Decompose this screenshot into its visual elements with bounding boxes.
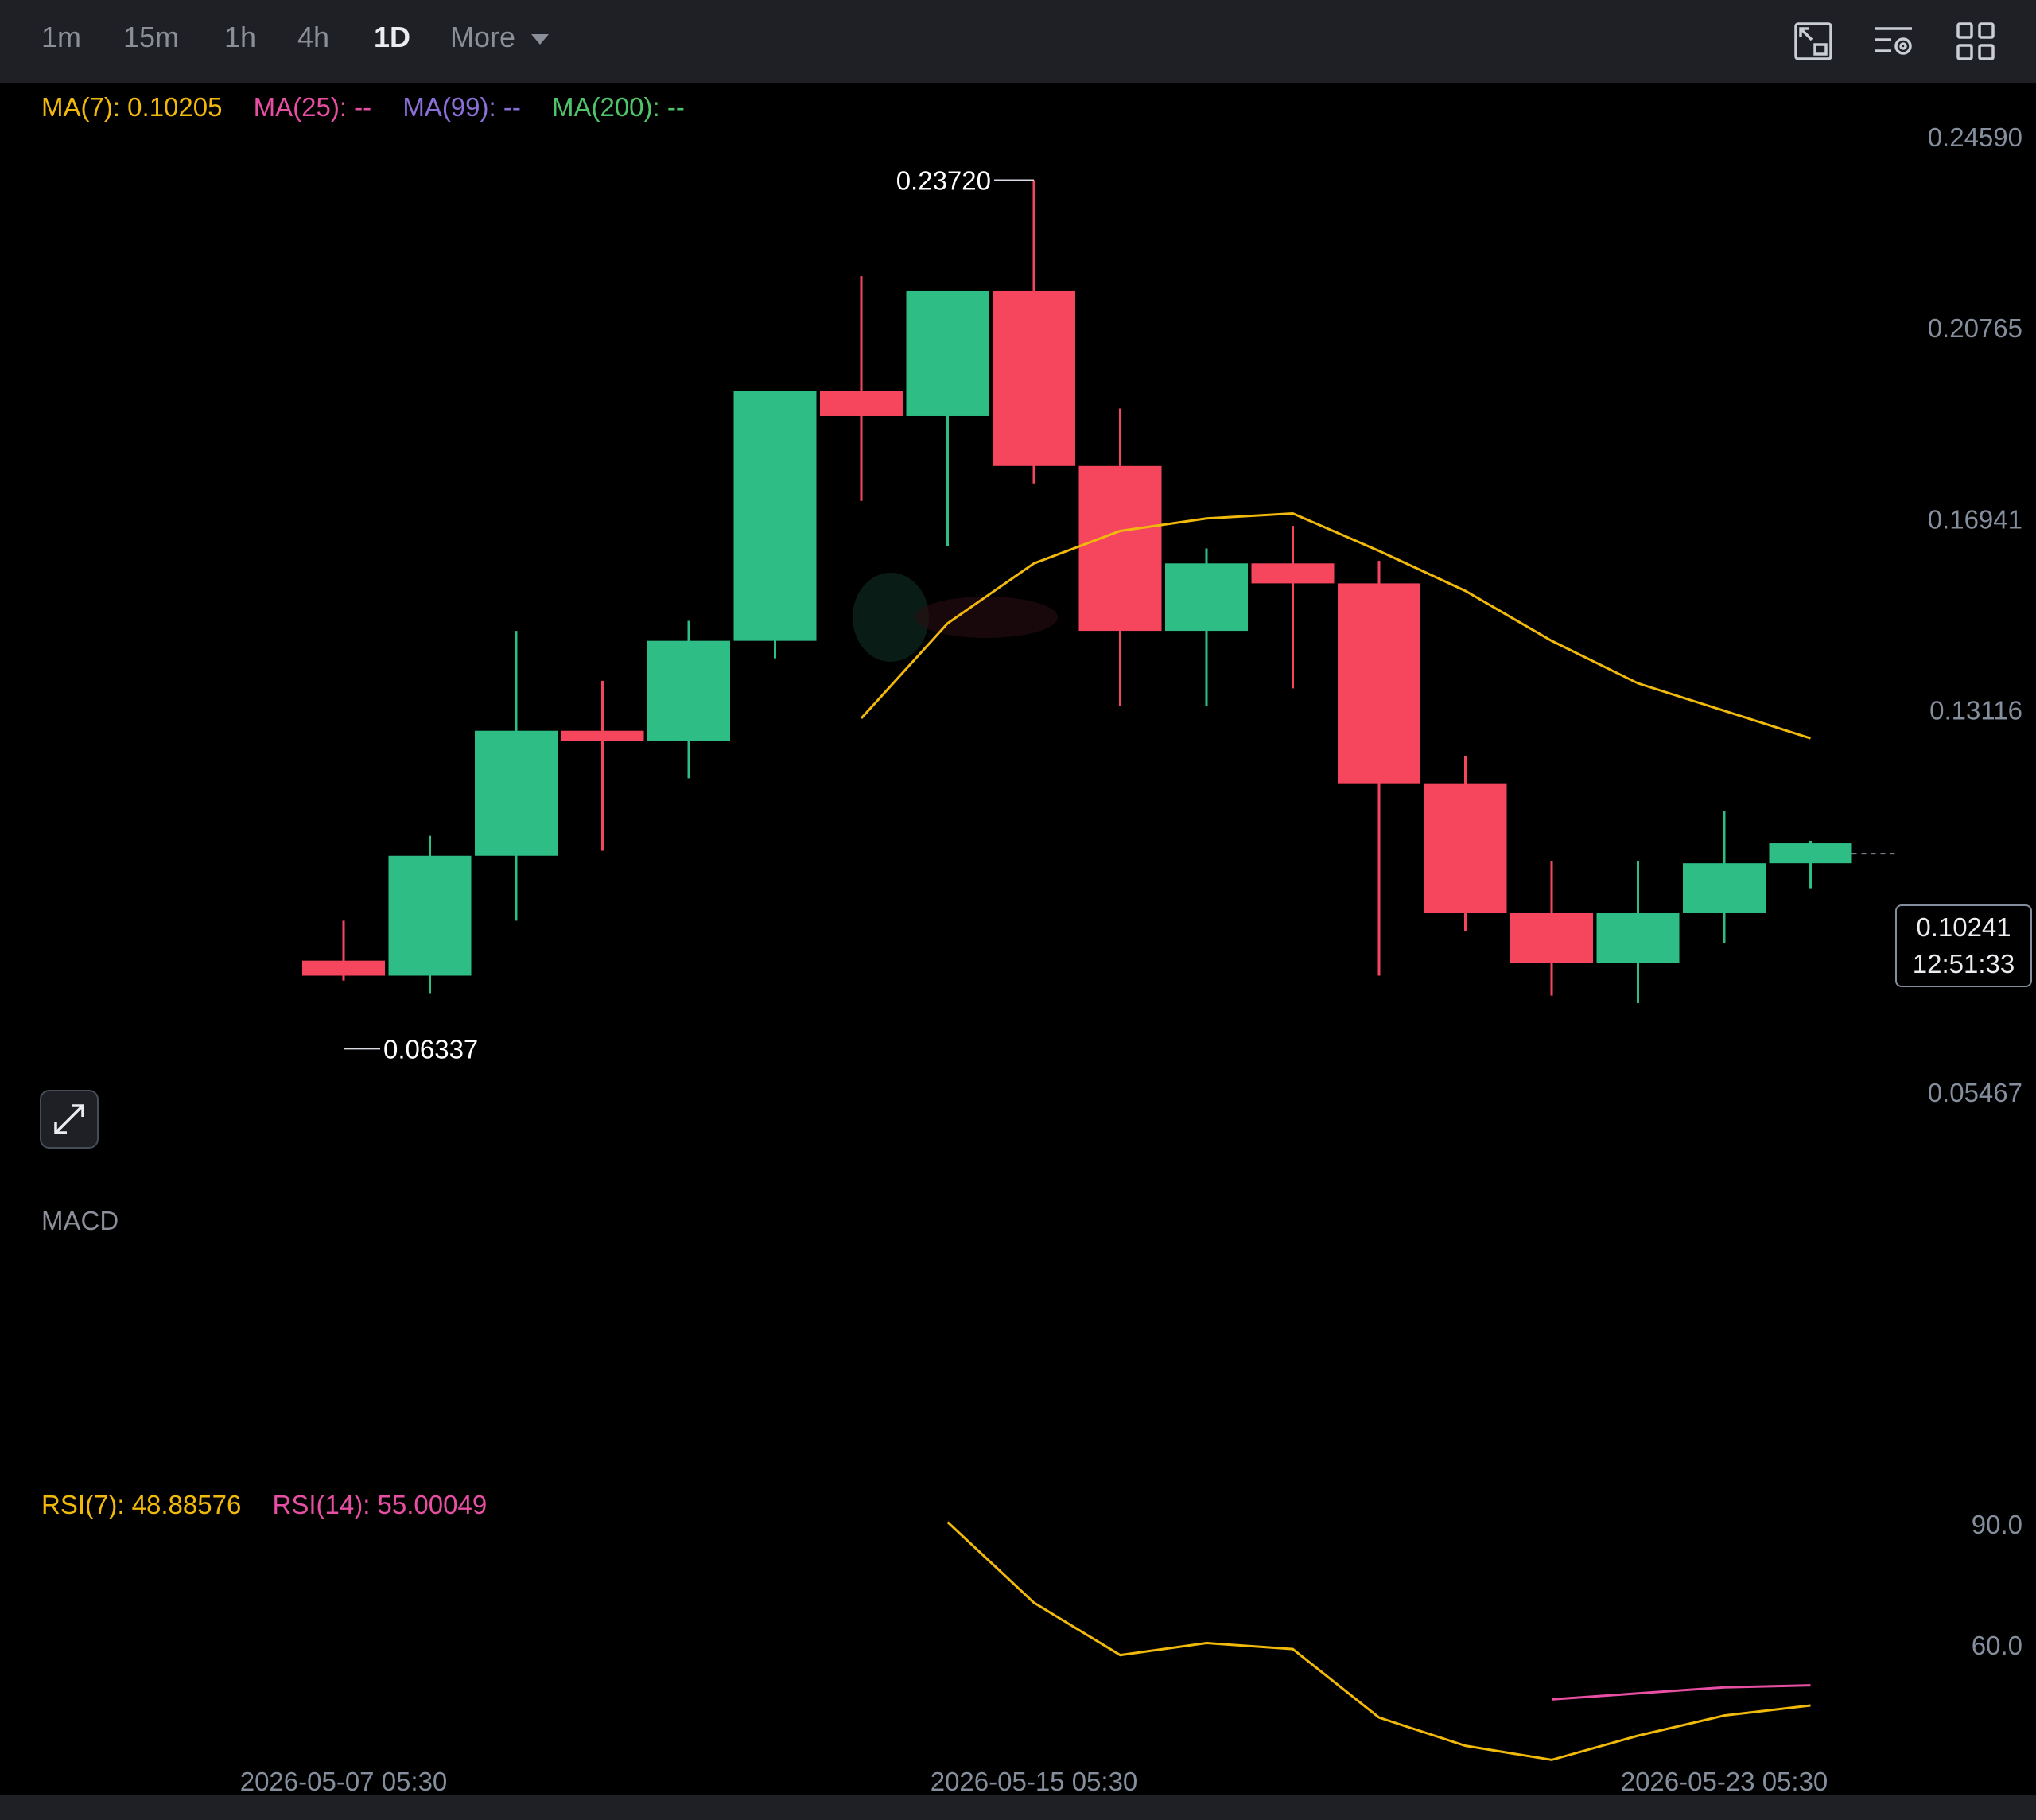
candle-body	[1338, 583, 1420, 784]
candle-body	[1510, 912, 1593, 963]
price-axis-label: 0.16941	[1928, 504, 2022, 534]
candle-body	[1078, 465, 1162, 632]
candle-body	[1769, 843, 1852, 864]
candle-body	[993, 290, 1075, 466]
timeframe-4h[interactable]: 4h	[297, 21, 329, 54]
candle-body	[820, 391, 903, 416]
expand-arrows-icon	[54, 1104, 84, 1134]
price-axis-label: 0.24590	[1928, 122, 2022, 152]
rsi-axis-label: 60.0	[1972, 1631, 2022, 1660]
ma25-legend: MA(25): --	[253, 92, 372, 122]
timeframe-toolbar: 1m 15m 1h 4h 1D More	[0, 0, 2036, 83]
expand-chart-button[interactable]	[40, 1090, 99, 1149]
rsi-legend: RSI(7): 48.88576 RSI(14): 55.00049	[41, 1490, 511, 1520]
macd-label: MACD	[41, 1206, 119, 1235]
price-axis-label: 0.13116	[1929, 696, 2022, 725]
candle-body	[302, 960, 385, 976]
bottom-bar	[0, 1795, 2036, 1820]
watermark-text	[915, 597, 1058, 638]
candle-body	[1165, 563, 1248, 632]
more-label: More	[450, 21, 516, 53]
price-chart[interactable]: 0.24590 0.20765 0.16941 0.13116 0.05467 2026-…	[0, 83, 2036, 1795]
ma-legend: MA(7): 0.10205 MA(25): -- MA(99): -- MA(…	[41, 92, 709, 122]
candle-body	[561, 730, 644, 741]
timeframe-1h[interactable]: 1h	[224, 21, 256, 54]
price-axis-label: 0.05467	[1928, 1078, 2022, 1107]
timeframe-1d[interactable]: 1D	[374, 21, 410, 54]
ma99-legend: MA(99): --	[402, 92, 521, 122]
time-axis-label: 2026-05-15 05:30	[931, 1767, 1138, 1795]
indicator-settings-icon[interactable]	[1872, 19, 1917, 64]
candle-body	[733, 391, 817, 641]
timeframe-15m[interactable]: 15m	[123, 21, 179, 54]
candle-body	[1424, 783, 1507, 913]
candle-body	[1683, 863, 1766, 913]
candle-body	[475, 730, 558, 856]
rsi14-legend: RSI(14): 55.00049	[272, 1490, 488, 1519]
ma7-legend: MA(7): 0.10205	[41, 92, 223, 122]
high-price-label: 0.23720	[896, 165, 991, 195]
time-axis-label: 2026-05-23 05:30	[1621, 1767, 1828, 1795]
rsi7-line	[946, 1521, 1811, 1761]
candle-body	[1596, 912, 1680, 963]
low-price-label: 0.06337	[383, 1034, 478, 1064]
more-timeframes-button[interactable]: More	[450, 21, 550, 54]
candle-body	[647, 640, 730, 741]
caret-down-icon	[531, 34, 550, 45]
rsi7-legend: RSI(7): 48.88576	[41, 1490, 242, 1519]
ma200-legend: MA(200): --	[551, 92, 685, 122]
current-price-tag: 0.10241 12:51:33	[1895, 904, 2032, 987]
current-price: 0.10241	[1916, 912, 2011, 942]
rsi-axis-label: 90.0	[1972, 1510, 2022, 1539]
candle-body	[1251, 563, 1335, 584]
price-axis-label: 0.20765	[1928, 313, 2022, 343]
timeframe-1m[interactable]: 1m	[41, 21, 81, 54]
grid-layout-icon[interactable]	[1953, 19, 1998, 64]
candle-body	[906, 290, 989, 416]
time-axis-label: 2026-05-07 05:30	[240, 1767, 448, 1795]
candle-countdown: 12:51:33	[1912, 949, 2015, 978]
rsi14-line	[1551, 1684, 1811, 1701]
candle-body	[388, 855, 472, 976]
chart-layout-icon[interactable]	[1791, 19, 1836, 64]
